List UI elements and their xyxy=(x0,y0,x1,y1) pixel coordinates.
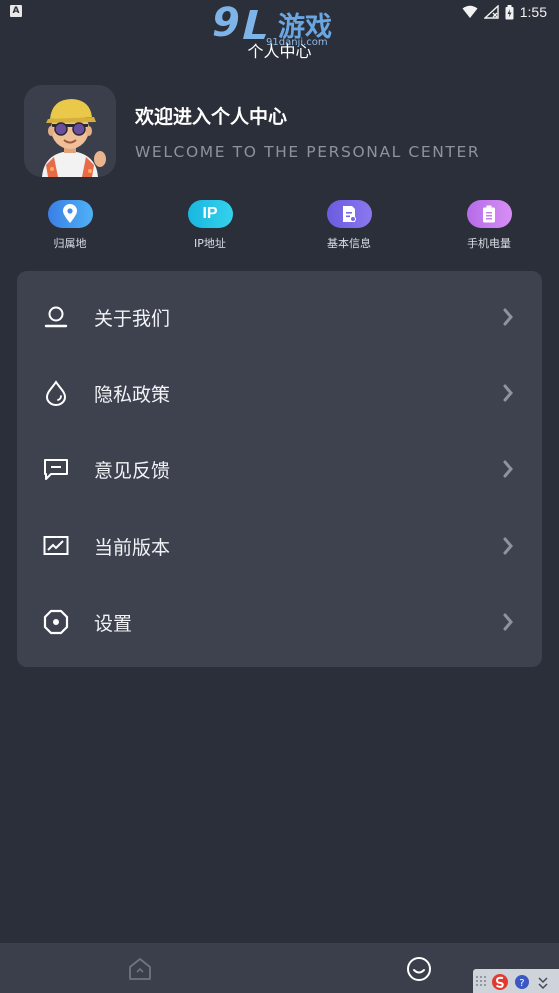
menu-item-feedback[interactable]: 意见反馈 xyxy=(17,431,542,507)
signal-off-icon xyxy=(483,5,499,19)
wifi-icon xyxy=(462,5,478,18)
nav-mine-tab[interactable] xyxy=(405,955,433,983)
chevron-right-icon xyxy=(503,308,513,326)
location-pin-icon xyxy=(63,204,77,223)
menu-label: 当前版本 xyxy=(94,536,171,559)
quick-actions: 归属地 IP IP地址 基本信息 手机电量 xyxy=(0,200,559,260)
quick-pill-info xyxy=(326,200,372,228)
menu-item-current-version[interactable]: 当前版本 xyxy=(17,508,542,584)
menu-item-about-us[interactable]: 关于我们 xyxy=(17,279,542,355)
home-icon xyxy=(129,958,151,980)
user-icon xyxy=(43,304,69,330)
cartoon-avatar-icon xyxy=(24,85,116,177)
quick-label: 归属地 xyxy=(53,237,87,250)
svg-text:?: ? xyxy=(519,978,524,989)
quick-action-ip[interactable]: IP IP地址 xyxy=(165,200,255,251)
feedback-icon xyxy=(43,456,69,482)
quick-action-basic-info[interactable]: 基本信息 xyxy=(304,200,394,251)
chevron-right-icon xyxy=(503,613,513,631)
battery-status-icon xyxy=(505,4,514,19)
quick-pill-battery xyxy=(466,200,512,228)
ip-icon: IP xyxy=(202,205,218,222)
welcome-title: 欢迎进入个人中心 xyxy=(135,106,288,128)
avatar[interactable] xyxy=(24,85,116,177)
chevron-right-icon xyxy=(503,384,513,402)
menu-item-settings[interactable]: 设置 xyxy=(17,584,542,660)
ime-toolbar-icons: ? xyxy=(476,974,548,990)
quick-label: 基本信息 xyxy=(327,237,371,250)
chevron-right-icon xyxy=(503,537,513,555)
smile-icon xyxy=(407,957,431,981)
menu-label: 设置 xyxy=(94,612,133,635)
trend-chart-icon xyxy=(43,533,69,559)
menu-card: 关于我们 隐私政策 意见反馈 当前版本 设置 xyxy=(17,271,542,667)
status-time: 1:55 xyxy=(519,4,547,20)
quick-pill-ip: IP xyxy=(187,200,233,228)
ime-tray[interactable]: ? xyxy=(473,969,559,993)
battery-icon xyxy=(483,205,495,223)
watermark-l-glyph xyxy=(243,10,266,39)
quick-label: IP地址 xyxy=(194,237,226,250)
quick-pill-location xyxy=(47,200,93,228)
chevron-right-icon xyxy=(503,460,513,478)
menu-label: 隐私政策 xyxy=(94,383,171,406)
page-title: 个人中心 xyxy=(247,42,312,61)
notification-app-icon: A xyxy=(10,5,22,17)
quick-action-battery[interactable]: 手机电量 xyxy=(444,200,534,251)
nav-home-tab[interactable] xyxy=(126,955,154,983)
settings-icon xyxy=(43,609,69,635)
quick-action-location[interactable]: 归属地 xyxy=(25,200,115,251)
droplet-icon xyxy=(43,380,69,406)
quick-label: 手机电量 xyxy=(467,237,511,250)
welcome-subtitle: WELCOME TO THE PERSONAL CENTER xyxy=(135,143,481,161)
info-card-icon xyxy=(343,206,356,222)
menu-label: 关于我们 xyxy=(94,307,171,330)
menu-label: 意见反馈 xyxy=(94,459,171,482)
menu-item-privacy-policy[interactable]: 隐私政策 xyxy=(17,355,542,431)
status-icons: 1:55 xyxy=(462,3,547,21)
